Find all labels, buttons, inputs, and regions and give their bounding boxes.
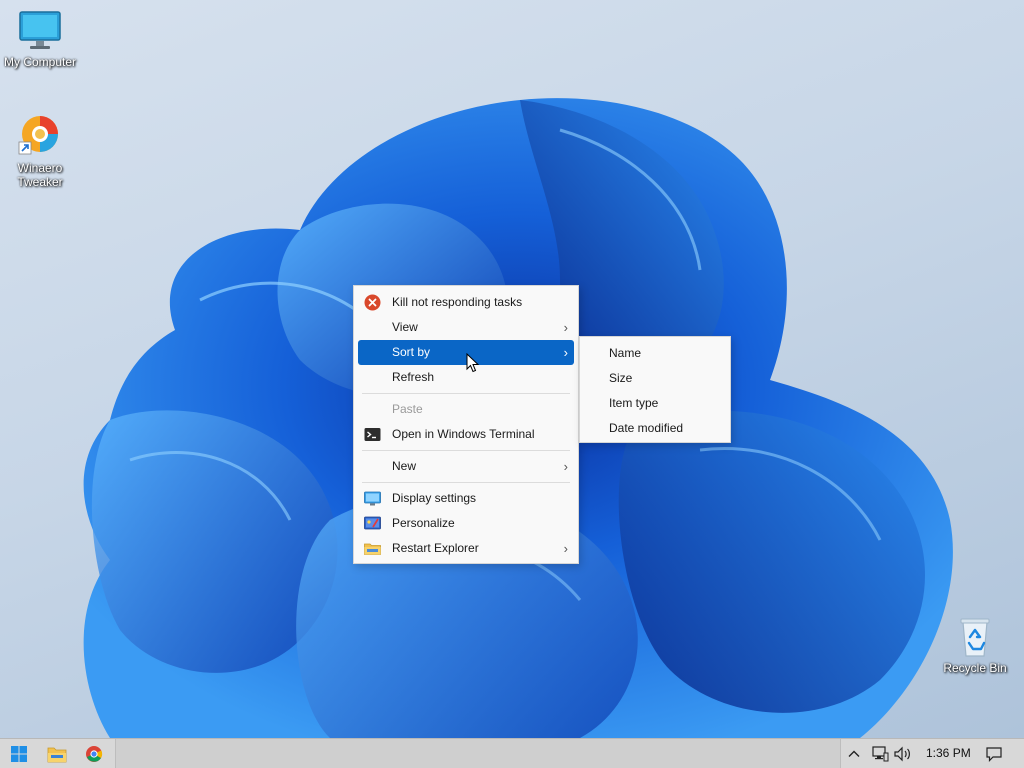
- submenu-item-size[interactable]: Size: [584, 366, 726, 391]
- submenu-item-item-type[interactable]: Item type: [584, 391, 726, 416]
- menu-item-label: New: [392, 459, 417, 473]
- menu-item-label: Sort by: [392, 345, 431, 359]
- menu-item-label: Display settings: [392, 491, 477, 505]
- menu-item-paste: Paste: [358, 397, 574, 422]
- menu-item-label: Name: [609, 346, 642, 360]
- menu-item-personalize[interactable]: Personalize: [358, 511, 574, 536]
- winaero-tweaker-icon: [18, 116, 58, 155]
- menu-item-label: Size: [609, 371, 633, 385]
- menu-item-display-settings[interactable]: Display settings: [358, 486, 574, 511]
- start-icon: [11, 746, 27, 762]
- terminal-icon: [364, 428, 381, 441]
- file-explorer-button[interactable]: [42, 742, 72, 766]
- submenu-item-date-modified[interactable]: Date modified: [584, 416, 726, 441]
- chevron-right-icon: ›: [563, 345, 568, 360]
- menu-item-view[interactable]: View ›: [358, 315, 574, 340]
- taskbar: 1:36 PM: [0, 738, 1024, 768]
- menu-item-new[interactable]: New ›: [358, 454, 574, 479]
- menu-separator: [362, 450, 570, 451]
- desktop-icon-label: Winaero Tweaker: [17, 161, 63, 189]
- system-tray: 1:36 PM: [840, 739, 1024, 768]
- folder-icon: [364, 543, 381, 555]
- menu-item-kill-not-responding-tasks[interactable]: Kill not responding tasks: [358, 290, 574, 315]
- menu-separator: [362, 393, 570, 394]
- chevron-right-icon: ›: [563, 459, 568, 474]
- menu-item-restart-explorer[interactable]: Restart Explorer ›: [358, 536, 574, 561]
- desktop-context-menu: Kill not responding tasks View › Sort by…: [353, 285, 579, 564]
- menu-item-label: Personalize: [392, 516, 455, 530]
- menu-item-label: Refresh: [392, 370, 435, 384]
- monitor-icon: [19, 11, 61, 49]
- submenu-item-name[interactable]: Name: [584, 341, 726, 366]
- chrome-button[interactable]: [79, 742, 109, 766]
- menu-item-label: Item type: [609, 396, 659, 410]
- personalize-icon: [364, 516, 381, 530]
- chrome-icon: [86, 746, 103, 762]
- chevron-right-icon: ›: [563, 541, 568, 556]
- chevron-right-icon: ›: [563, 320, 568, 335]
- menu-item-label: Date modified: [609, 421, 684, 435]
- stop-icon: [364, 294, 381, 311]
- menu-item-label: View: [392, 320, 418, 334]
- desktop-icon-label: Recycle Bin: [943, 661, 1007, 675]
- menu-item-label: Kill not responding tasks: [392, 295, 523, 309]
- menu-item-open-in-windows-terminal[interactable]: Open in Windows Terminal: [358, 422, 574, 447]
- mouse-cursor-icon: [466, 353, 480, 373]
- display-icon: [364, 491, 381, 506]
- clock[interactable]: 1:36 PM: [926, 746, 971, 760]
- sort-by-submenu: Name Size Item type Date modified: [579, 336, 731, 443]
- recycle-bin-icon: [960, 618, 990, 657]
- desktop-icon-my-computer[interactable]: My Computer: [0, 10, 80, 69]
- desktop-icon-label: My Computer: [3, 55, 77, 69]
- chevron-up-icon[interactable]: [847, 747, 861, 761]
- start-button[interactable]: [4, 742, 34, 766]
- menu-item-label: Restart Explorer: [392, 541, 479, 555]
- network-icon[interactable]: [871, 745, 889, 763]
- volume-icon[interactable]: [893, 745, 913, 763]
- menu-item-label: Paste: [392, 402, 423, 416]
- desktop-icon-recycle-bin[interactable]: Recycle Bin: [935, 616, 1015, 675]
- menu-item-label: Open in Windows Terminal: [392, 427, 535, 441]
- notification-icon[interactable]: [985, 745, 1003, 763]
- taskbar-pinned-area: [0, 739, 116, 768]
- desktop-icon-winaero-tweaker[interactable]: Winaero Tweaker: [0, 112, 80, 189]
- file-explorer-icon: [47, 747, 67, 763]
- menu-separator: [362, 482, 570, 483]
